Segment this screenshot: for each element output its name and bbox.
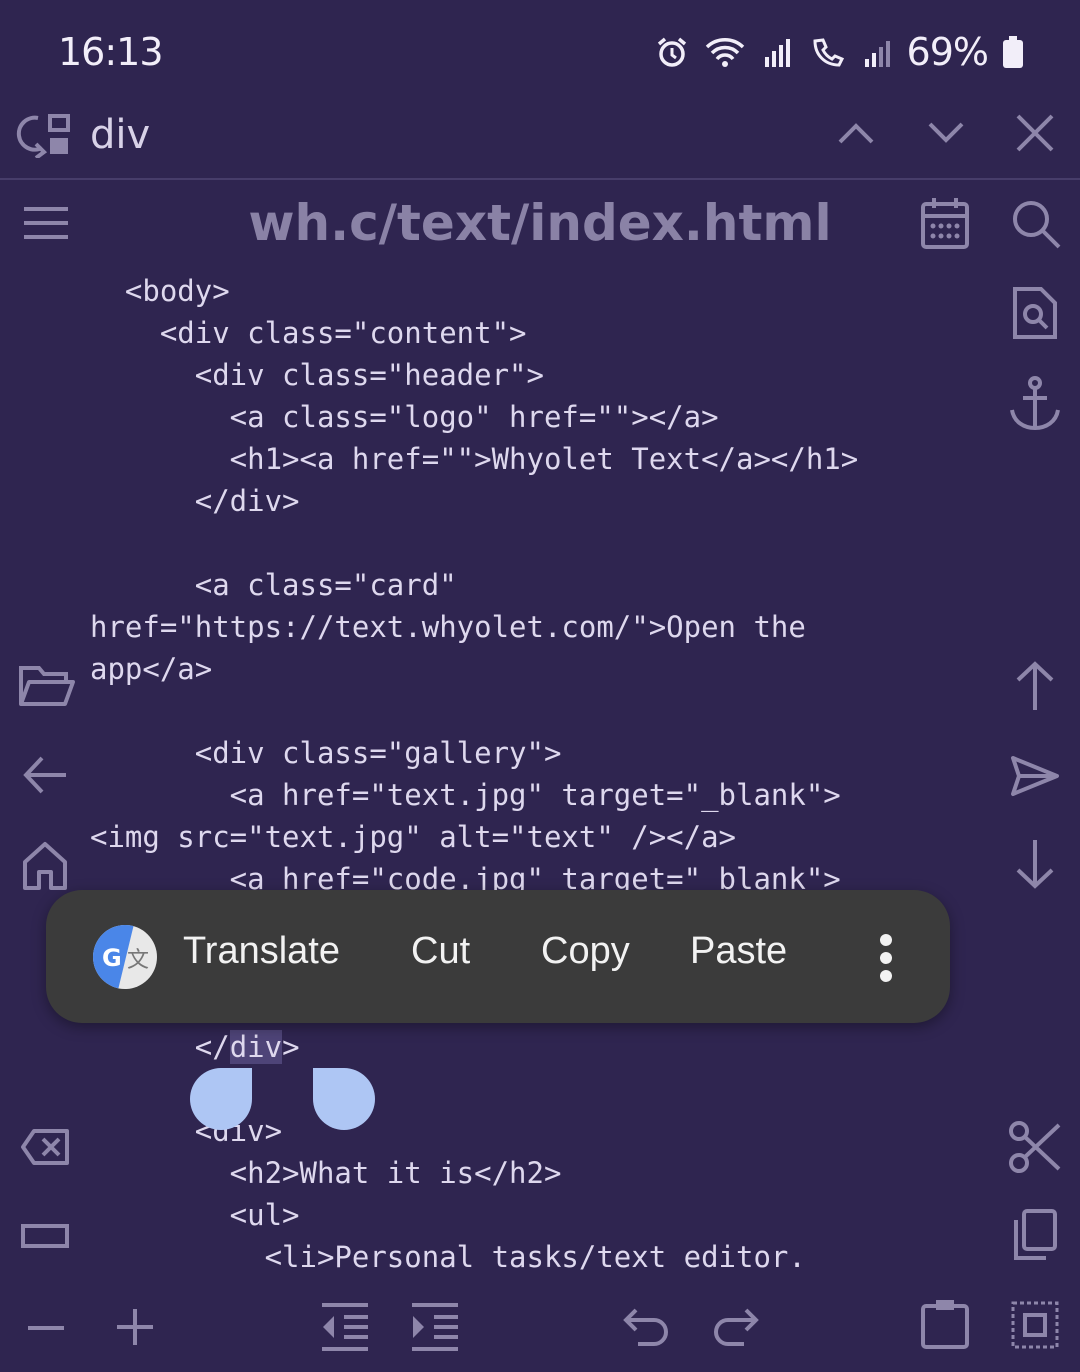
home-icon[interactable] (22, 840, 68, 890)
svg-text:G: G (102, 944, 122, 972)
outdent-icon[interactable] (320, 1302, 370, 1352)
code-line: <ul> (90, 1198, 300, 1232)
selected-text[interactable]: div (229, 1030, 283, 1064)
chevron-down-icon[interactable] (926, 116, 966, 150)
selection-prefix: </ (90, 1030, 230, 1064)
search-icon[interactable] (1010, 198, 1062, 250)
zoom-out-icon[interactable] (26, 1324, 66, 1332)
code-line: <a class="logo" href=""></a> (90, 400, 719, 434)
google-translate-icon[interactable]: G 文 (92, 924, 158, 990)
redo-icon[interactable] (712, 1306, 760, 1348)
wifi-icon (703, 35, 747, 69)
signal-icon (863, 35, 893, 69)
copy-button[interactable]: Copy (541, 930, 630, 973)
code-line: <div class="content"> (90, 316, 527, 350)
file-title[interactable]: wh.c/text/index.html (200, 194, 880, 252)
code-line: <h2>What it is</h2> (90, 1156, 562, 1190)
code-line: href="https://text.whyolet.com/">Open th… (90, 610, 806, 644)
find-bar (0, 96, 1080, 180)
status-icons: 69% (655, 30, 1024, 74)
battery-icon (1002, 35, 1024, 69)
chevron-up-icon[interactable] (836, 116, 876, 150)
search-file-icon[interactable] (1012, 286, 1058, 340)
menu-icon[interactable] (22, 206, 70, 240)
calendar-icon[interactable] (920, 196, 970, 250)
find-input[interactable]: div (90, 112, 150, 158)
selection-handle-end[interactable] (313, 1068, 375, 1130)
arrow-up-icon[interactable] (1014, 660, 1056, 712)
translate-button[interactable]: Translate (183, 930, 340, 973)
copy-icon[interactable] (1012, 1208, 1058, 1262)
code-line: <a class="card" (90, 568, 457, 602)
svg-text:文: 文 (127, 948, 149, 973)
status-time: 16:13 (58, 30, 164, 74)
paste-button[interactable]: Paste (690, 930, 787, 973)
selection-handle-start[interactable] (190, 1068, 252, 1130)
code-line: <div class="gallery"> (90, 736, 562, 770)
scissors-icon[interactable] (1008, 1120, 1062, 1174)
selection-suffix: > (282, 1030, 300, 1064)
backspace-icon[interactable] (20, 1128, 70, 1166)
cut-button[interactable]: Cut (411, 930, 470, 973)
code-line: <img src="text.jpg" alt="text" /></a> (90, 820, 737, 854)
select-all-icon[interactable] (1010, 1300, 1060, 1350)
more-options-icon[interactable] (872, 934, 900, 982)
code-line-selected: </div> (90, 1026, 990, 1068)
send-icon[interactable] (1010, 754, 1060, 798)
code-line: <h1><a href="">Whyolet Text</a></h1> (90, 442, 859, 476)
anchor-icon[interactable] (1008, 376, 1062, 432)
alarm-icon (655, 35, 689, 69)
arrow-down-icon[interactable] (1014, 838, 1056, 890)
close-icon[interactable] (1014, 112, 1056, 154)
keyboard-toggle-icon[interactable] (20, 1222, 70, 1250)
clipboard-icon[interactable] (920, 1298, 970, 1350)
arrow-left-icon[interactable] (22, 754, 68, 796)
text-selection-menu: G 文 Translate Cut Copy Paste (46, 890, 950, 1023)
code-line: <body> (90, 274, 230, 308)
code-line: <div class="header"> (90, 358, 544, 392)
signal-roaming-icon (761, 35, 795, 69)
wifi-calling-icon (809, 35, 849, 69)
code-line: <a href="text.jpg" target="_blank"> (90, 778, 841, 812)
code-line: <li>Personal tasks/text editor. (90, 1240, 806, 1274)
code-line: </div> (90, 484, 300, 518)
indent-icon[interactable] (410, 1302, 460, 1352)
battery-level: 69% (906, 30, 989, 74)
undo-icon[interactable] (622, 1306, 670, 1348)
find-replace-icon[interactable] (16, 112, 74, 158)
code-line: app</a> (90, 652, 213, 686)
zoom-in-icon[interactable] (114, 1306, 156, 1348)
folder-icon[interactable] (18, 664, 76, 708)
